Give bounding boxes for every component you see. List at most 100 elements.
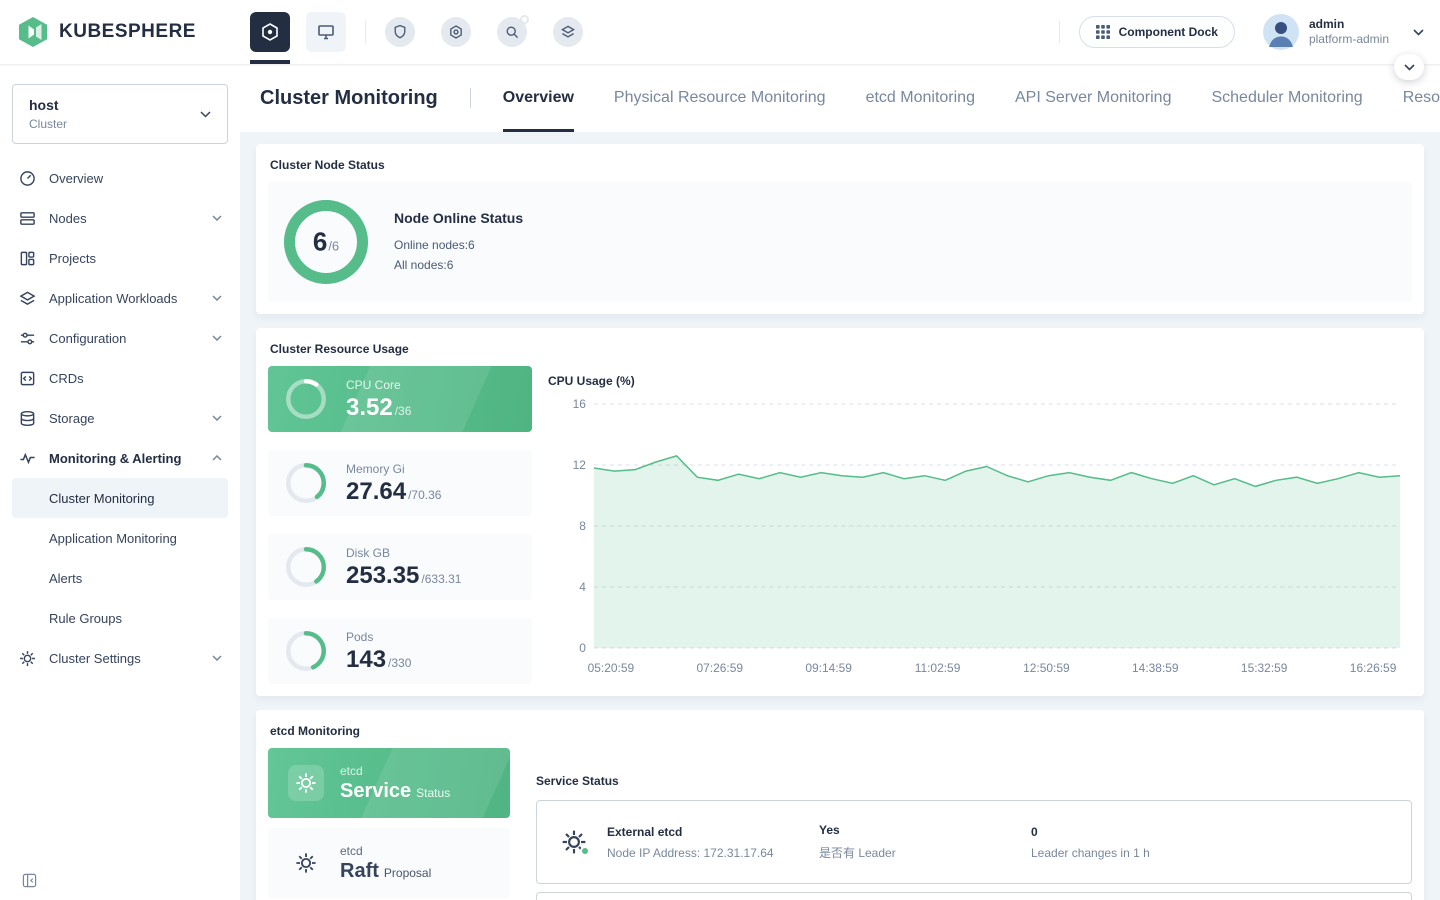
sidebar-item-projects[interactable]: Projects [0, 238, 240, 278]
cpu-donut [286, 379, 326, 419]
svg-text:14:38:59: 14:38:59 [1132, 661, 1179, 675]
sidebar-menu: Overview Nodes Projects Application Work… [0, 158, 240, 678]
disk-donut [286, 547, 326, 587]
component-dock-label: Component Dock [1119, 25, 1218, 39]
chevron-up-icon [212, 455, 222, 461]
tile-total: /330 [388, 656, 411, 670]
sidebar-item-cluster-monitoring[interactable]: Cluster Monitoring [12, 478, 228, 518]
app-workloads-icon [18, 289, 36, 307]
title-divider [470, 88, 471, 108]
tile-big-label: Service [340, 779, 411, 803]
topbar-right: Component Dock admin platform-admin [1040, 14, 1424, 50]
projects-icon [18, 249, 36, 267]
user-role: platform-admin [1309, 32, 1389, 47]
component-dock-button[interactable]: Component Dock [1079, 16, 1235, 48]
tile-label: Memory Gi [346, 462, 441, 477]
sidebar-item-monitoring-alerting[interactable]: Monitoring & Alerting [0, 438, 240, 478]
memory-donut [286, 463, 326, 503]
chevron-down-icon [200, 111, 211, 118]
layers-icon [560, 24, 576, 40]
memory-usage-tile[interactable]: Memory Gi 27.64 /70.36 [268, 450, 532, 516]
chevron-down-icon [212, 295, 222, 301]
platform-icon-button[interactable] [250, 12, 290, 52]
tab-etcd-monitoring[interactable]: etcd Monitoring [866, 64, 975, 132]
cluster-name: host [29, 96, 67, 114]
etcd-raft-proposal-tile[interactable]: etcd Raft Proposal [268, 828, 510, 898]
kubesphere-logo-mark [16, 16, 50, 48]
sidebar-item-label: Application Workloads [49, 291, 177, 306]
chart-title: CPU Usage (%) [548, 374, 1412, 388]
donut-center-text: 6 /6 [313, 227, 339, 258]
tile-label: Pods [346, 630, 411, 645]
sidebar-item-application-workloads[interactable]: Application Workloads [0, 278, 240, 318]
sidebar-item-crds[interactable]: CRDs [0, 358, 240, 398]
sidebar-item-label: Projects [49, 251, 96, 266]
chevron-down-icon [212, 655, 222, 661]
cluster-type: Cluster [29, 116, 67, 132]
user-info: admin platform-admin [1309, 17, 1389, 47]
sidebar-item-label: Cluster Settings [49, 651, 141, 666]
sidebar-item-storage[interactable]: Storage [0, 398, 240, 438]
leader-changes-value: 0 [1031, 825, 1243, 839]
svg-text:4: 4 [579, 580, 586, 594]
sidebar-item-application-monitoring[interactable]: Application Monitoring [12, 518, 228, 558]
svg-text:05:20:59: 05:20:59 [588, 661, 635, 675]
app-management-button[interactable] [441, 17, 471, 47]
etcd-service-status-tile[interactable]: etcd Service Status [268, 748, 510, 818]
sidebar-item-label: Nodes [49, 211, 87, 226]
node-online-donut: 6 /6 [284, 200, 368, 284]
sidebar-item-alerts[interactable]: Alerts [12, 558, 228, 598]
global-nav [250, 0, 583, 64]
sidebar-item-cluster-settings[interactable]: Cluster Settings [0, 638, 240, 678]
leader-changes-column: 0 Leader changes in 1 h [1031, 825, 1243, 860]
sidebar-item-nodes[interactable]: Nodes [0, 198, 240, 238]
card-title: etcd Monitoring [270, 724, 1412, 738]
kubesphere-logo[interactable]: KUBESPHERE [16, 16, 196, 48]
etcd-node-column: External etcd Node IP Address: 172.31.17… [607, 825, 819, 860]
user-menu[interactable]: admin platform-admin [1263, 14, 1424, 50]
tile-small-label: Proposal [384, 866, 431, 880]
disk-usage-tile[interactable]: Disk GB 253.35 /633.31 [268, 534, 532, 600]
sidebar: host Cluster Overview Nodes Projects [0, 64, 240, 900]
sidebar-item-configuration[interactable]: Configuration [0, 318, 240, 358]
sidebar-item-rule-groups[interactable]: Rule Groups [12, 598, 228, 638]
cluster-selector[interactable]: host Cluster [12, 84, 228, 144]
collapse-sidebar-button[interactable] [22, 873, 37, 888]
collapse-header-button[interactable] [1394, 54, 1424, 80]
sidebar-item-label: Monitoring & Alerting [49, 451, 181, 466]
tile-group: etcd [340, 844, 431, 859]
pods-usage-tile[interactable]: Pods 143 /330 [268, 618, 532, 684]
all-nodes-line: All nodes:6 [394, 255, 523, 275]
tab-overview[interactable]: Overview [503, 64, 574, 132]
workbench-icon-button[interactable] [306, 12, 346, 52]
tab-physical-resource-monitoring[interactable]: Physical Resource Monitoring [614, 64, 826, 132]
tile-total: /36 [395, 404, 412, 418]
sidebar-item-overview[interactable]: Overview [0, 158, 240, 198]
etcd-node-name: External etcd [607, 825, 819, 839]
tile-value: 143 [346, 646, 386, 673]
access-control-button[interactable] [385, 17, 415, 47]
workbench-icon [316, 22, 336, 42]
svg-text:12:50:59: 12:50:59 [1023, 661, 1070, 675]
avatar [1263, 14, 1299, 50]
search-icon [504, 24, 520, 40]
sidebar-item-label: Storage [49, 411, 95, 426]
nodes-icon [18, 209, 36, 227]
tab-scheduler-monitoring[interactable]: Scheduler Monitoring [1211, 64, 1362, 132]
hexnut-icon [448, 24, 464, 40]
etcd-node-status-row: External etcd Node IP Address: 172.31.17… [536, 800, 1412, 884]
brand-name: KUBESPHERE [59, 21, 196, 43]
cpu-usage-tile[interactable]: CPU Core 3.52 /36 [268, 366, 532, 432]
page-title: Cluster Monitoring [260, 87, 438, 110]
workspace-layers-button[interactable] [553, 17, 583, 47]
sidebar-subitem-label: Application Monitoring [49, 531, 177, 546]
svg-text:0: 0 [579, 641, 586, 655]
card-title: Cluster Resource Usage [270, 342, 1412, 356]
svg-text:8: 8 [579, 519, 586, 533]
chevron-down-icon [212, 415, 222, 421]
tab-api-server-monitoring[interactable]: API Server Monitoring [1015, 64, 1172, 132]
sidebar-subitem-label: Alerts [49, 571, 82, 586]
monitoring-search-button[interactable] [497, 17, 527, 47]
tile-group: etcd [340, 764, 450, 779]
notification-dot [520, 15, 529, 24]
